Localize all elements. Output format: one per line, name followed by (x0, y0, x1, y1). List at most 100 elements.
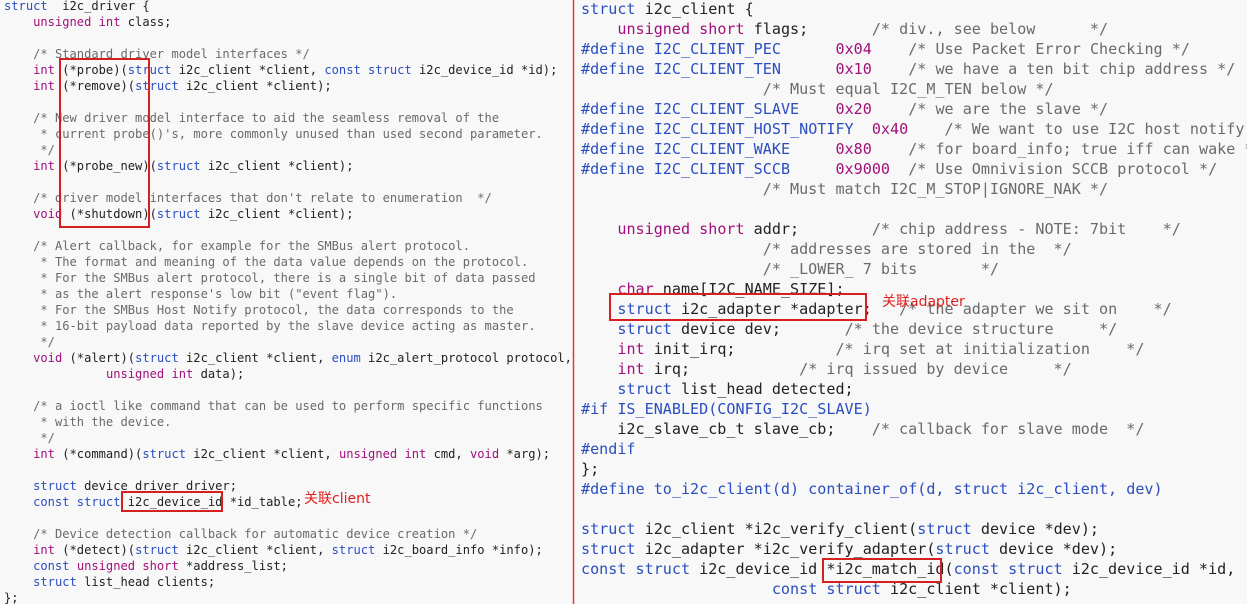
code-line: void (*alert)(struct i2c_client *client,… (4, 350, 572, 366)
code-line: unsigned short flags; /* div., see below… (581, 19, 1247, 39)
code-line: ​ (581, 199, 1247, 219)
code-token: */ (40, 431, 55, 445)
code-token: /* Alert callback, for example for the S… (33, 239, 470, 253)
code-token: *arg); (499, 447, 551, 461)
adapter-annotation: 关联adapter (882, 294, 965, 310)
code-token: #define (581, 120, 645, 138)
code-token: /* for board_info; true iff can wake */ (908, 140, 1247, 158)
code-token: i2c_adapter *i2c_verify_adapter( (635, 540, 936, 558)
code-line: int irq; /* irq issued by device */ (581, 359, 1247, 379)
code-line: * For the SMBus Host Notify protocol, th… (4, 302, 572, 318)
code-token: /* Device detection callback for automat… (33, 527, 478, 541)
code-token: struct (135, 543, 179, 557)
code-line: ​ (581, 499, 1247, 519)
code-token: i2c_client *client); (200, 159, 354, 173)
code-token: #if IS_ENABLED(CONFIG_I2C_SLAVE) (581, 400, 872, 418)
code-line: ​ (4, 462, 572, 478)
code-token: I2C_CLIENT_PEC (653, 40, 781, 58)
code-token: 0x20 (835, 100, 872, 118)
code-line: struct list_head detected; (581, 379, 1247, 399)
code-line: unsigned short addr; /* chip address - N… (581, 219, 1247, 239)
code-line: int init_irq; /* irq set at initializati… (581, 339, 1247, 359)
code-token: #define (581, 100, 645, 118)
code-line: #define to_i2c_client(d) container_of(d,… (581, 479, 1247, 499)
code-token: i2c_client *i2c_verify_client( (635, 520, 918, 538)
code-token: i2c_device_id *id); (411, 63, 558, 77)
right-code-panel[interactable]: struct i2c_client { unsigned short flags… (575, 0, 1247, 604)
code-token: * For the SMBus alert protocol, there is… (40, 271, 536, 285)
code-line: ​ (4, 30, 572, 46)
code-token: void (33, 351, 63, 365)
code-line: /* _LOWER_ 7 bits */ (581, 259, 1247, 279)
code-token: const struct (581, 560, 691, 578)
code-token: * The format and meaning of the data val… (40, 255, 529, 269)
code-token: /* We want to use I2C host notify */ (944, 120, 1247, 138)
code-token: list_head clients; (76, 575, 216, 589)
code-token: 0x40 (871, 120, 909, 138)
code-token: /* _LOWER_ 7 bits */ (762, 260, 1000, 278)
code-line: * 16-bit payload data reported by the sl… (4, 318, 572, 334)
code-token: #define to_i2c_client(d) container_of(d,… (581, 480, 1163, 498)
code-token: void (470, 447, 500, 461)
code-token: /* callback for slave mode */ (871, 420, 1145, 438)
code-line: int (*command)(struct i2c_client *client… (4, 446, 572, 462)
code-token: int (617, 340, 645, 358)
code-token: 0x80 (835, 140, 872, 158)
code-line: #define I2C_CLIENT_PEC 0x04 /* Use Packe… (581, 39, 1247, 59)
code-token: device *dev); (971, 520, 1100, 538)
code-token: /* irq set at initialization */ (835, 340, 1145, 358)
code-token: unsigned int (105, 367, 194, 381)
code-token: unsigned short (76, 559, 179, 573)
code-token: I2C_CLIENT_TEN (653, 60, 781, 78)
code-token: void (33, 207, 63, 221)
code-token: i2c_client *client); (178, 79, 332, 93)
code-token: * with the device. (40, 415, 172, 429)
code-line: i2c_slave_cb_t slave_cb; /* callback for… (581, 419, 1247, 439)
code-token: init_irq; (644, 340, 836, 358)
code-token: #define (581, 160, 645, 178)
code-token: unsigned short (617, 20, 745, 38)
code-token: device dev; (671, 320, 845, 338)
code-line: #define I2C_CLIENT_WAKE 0x80 /* for boar… (581, 139, 1247, 159)
code-line: * For the SMBus alert protocol, there is… (4, 270, 572, 286)
code-line: * The format and meaning of the data val… (4, 254, 572, 270)
code-line: /* Must equal I2C_M_TEN below */ (581, 79, 1247, 99)
code-token: const (33, 559, 70, 573)
code-line: #define I2C_CLIENT_SCCB 0x9000 /* Use Om… (581, 159, 1247, 179)
code-token: (*command)( (54, 447, 143, 461)
code-token: list_head detected; (671, 380, 854, 398)
code-line: const unsigned short *address_list; (4, 558, 572, 574)
code-token: I2C_CLIENT_HOST_NOTIFY (653, 120, 854, 138)
code-token: I2C_CLIENT_SLAVE (653, 100, 800, 118)
left-code-panel[interactable]: struct i2c_driver { unsigned int class;​… (0, 0, 572, 604)
code-token: struct (581, 0, 636, 18)
code-token: 0x9000 (835, 160, 890, 178)
code-token: i2c_client *client, (178, 351, 332, 365)
code-token: int (33, 447, 55, 461)
